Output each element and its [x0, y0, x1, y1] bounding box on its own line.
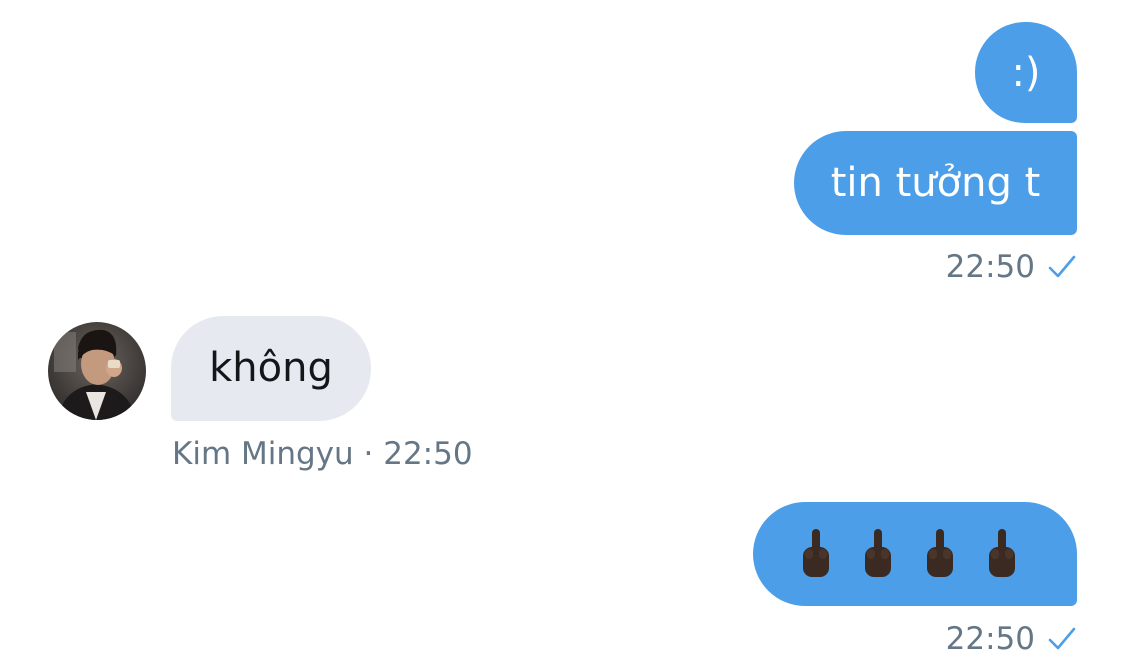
- message-bubble-outgoing[interactable]: [753, 502, 1077, 606]
- message-meta: 22:50: [946, 621, 1077, 657]
- message-text: :): [1011, 49, 1041, 96]
- message-meta: Kim Mingyu · 22:50: [172, 436, 473, 472]
- message-bubble-outgoing[interactable]: :): [975, 22, 1077, 123]
- middle-finger-emoji: [865, 529, 891, 577]
- middle-finger-emoji: [927, 529, 953, 577]
- sent-check-icon: [1048, 627, 1076, 650]
- message-bubble-outgoing[interactable]: tin tưởng t: [794, 131, 1077, 235]
- message-text: tin tưởng t: [830, 160, 1041, 206]
- middle-finger-emoji: [803, 529, 829, 577]
- message-text: không: [209, 344, 333, 391]
- avatar-photo: [48, 322, 146, 420]
- message-sender-time: Kim Mingyu · 22:50: [172, 436, 473, 472]
- sent-check-icon: [1048, 255, 1076, 278]
- avatar[interactable]: [48, 322, 146, 420]
- message-time: 22:50: [945, 621, 1035, 657]
- middle-finger-emoji: [989, 529, 1015, 577]
- message-bubble-incoming[interactable]: không: [171, 316, 371, 421]
- message-time: 22:50: [945, 249, 1035, 285]
- message-meta: 22:50: [946, 249, 1077, 285]
- emoji-row: [799, 527, 1019, 581]
